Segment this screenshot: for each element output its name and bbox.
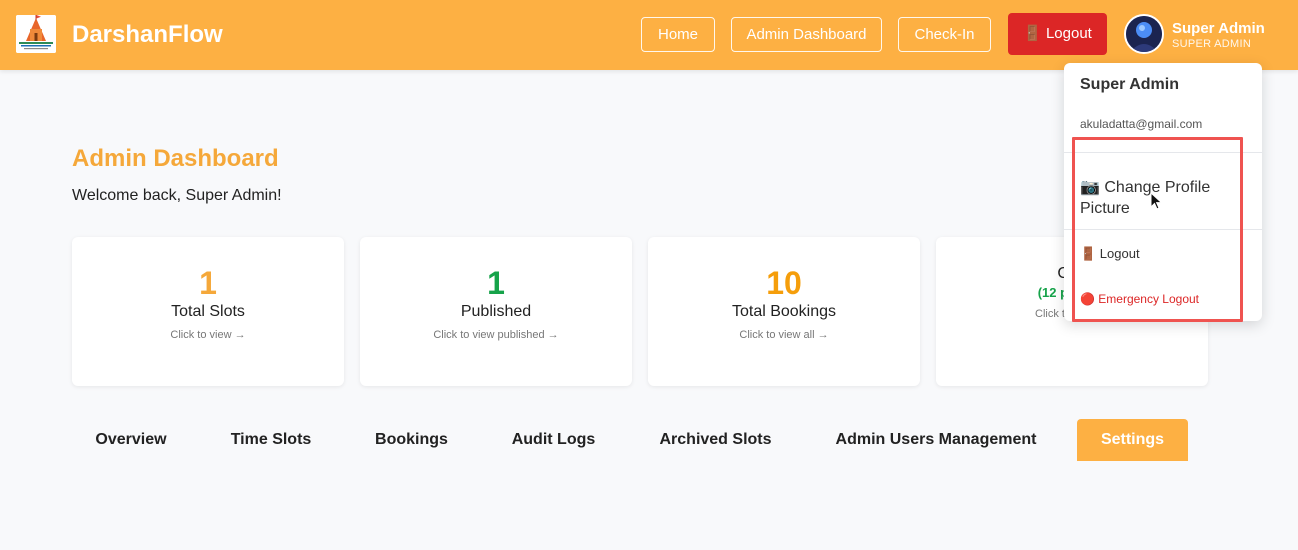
stat-card-published[interactable]: 1 Published Click to view published → xyxy=(360,237,632,386)
stat-card-total-bookings[interactable]: 10 Total Bookings Click to view all → xyxy=(648,237,920,386)
brand-name: DarshanFlow xyxy=(72,21,223,48)
top-navbar: DarshanFlow Home Admin Dashboard Check-I… xyxy=(0,0,1298,70)
nav-home-button[interactable]: Home xyxy=(641,17,715,52)
logout-button[interactable]: 🚪 Logout xyxy=(1008,13,1107,55)
user-role: SUPER ADMIN xyxy=(1172,38,1252,50)
stat-value: 1 xyxy=(487,265,505,301)
nav-admin-dashboard-button[interactable]: Admin Dashboard xyxy=(731,17,882,52)
tab-overview[interactable]: Overview xyxy=(80,419,182,461)
tab-settings[interactable]: Settings xyxy=(1077,419,1188,461)
stat-value: 1 xyxy=(199,265,217,301)
user-name[interactable]: Super Admin xyxy=(1172,20,1265,37)
stat-label: Published xyxy=(460,303,532,320)
tab-admin-users-management[interactable]: Admin Users Management xyxy=(820,419,1052,461)
page-title: Admin Dashboard xyxy=(72,145,279,172)
nav-check-in-button[interactable]: Check-In xyxy=(898,17,991,52)
stat-hint: Click to view published → xyxy=(433,329,559,341)
dropdown-user-name: Super Admin xyxy=(1080,76,1179,93)
highlight-box xyxy=(1072,137,1243,322)
user-avatar[interactable] xyxy=(1124,14,1164,54)
stat-hint: Click to view all → xyxy=(739,329,829,341)
welcome-message: Welcome back, Super Admin! xyxy=(72,187,282,204)
tab-time-slots[interactable]: Time Slots xyxy=(215,419,327,461)
tab-audit-logs[interactable]: Audit Logs xyxy=(497,419,610,461)
mouse-cursor-icon xyxy=(1150,192,1163,210)
stat-label: Total Slots xyxy=(171,303,245,320)
stat-card-total-slots[interactable]: 1 Total Slots Click to view → xyxy=(72,237,344,386)
stat-label: Total Bookings xyxy=(731,303,837,320)
stat-value: 10 xyxy=(766,265,802,301)
tab-bookings[interactable]: Bookings xyxy=(360,419,463,461)
app-logo[interactable] xyxy=(16,15,56,53)
dropdown-user-email: akuladatta@gmail.com xyxy=(1080,117,1203,131)
avatar-image xyxy=(1126,16,1162,52)
temple-logo-icon xyxy=(16,15,56,53)
tab-archived-slots[interactable]: Archived Slots xyxy=(645,419,786,461)
stat-hint: Click to view → xyxy=(170,329,246,341)
